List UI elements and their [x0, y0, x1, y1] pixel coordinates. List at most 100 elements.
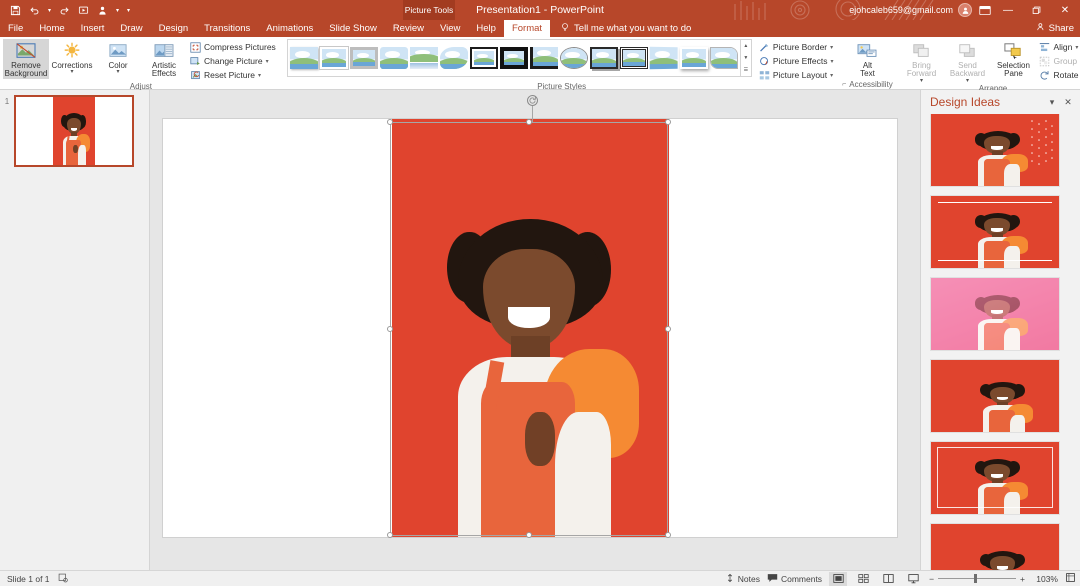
- picture-style-7[interactable]: [470, 47, 498, 69]
- tell-me-box[interactable]: Tell me what you want to do: [550, 20, 691, 37]
- gallery-more-icon[interactable]: ☰: [741, 64, 751, 76]
- picture-styles-scrollbar[interactable]: ▲ ▼ ☰: [741, 39, 752, 77]
- slide-picture[interactable]: [392, 119, 669, 537]
- rotation-handle[interactable]: [527, 95, 538, 106]
- account-avatar[interactable]: [958, 3, 972, 17]
- start-from-beginning-icon[interactable]: [75, 2, 92, 19]
- picture-layout-button[interactable]: Picture Layout ▾: [756, 68, 837, 82]
- tab-file[interactable]: File: [0, 20, 31, 37]
- resize-handle-w[interactable]: [387, 326, 393, 332]
- picture-style-8[interactable]: [500, 47, 528, 69]
- tab-view[interactable]: View: [432, 20, 468, 37]
- present-dropdown-caret[interactable]: ▾: [113, 2, 122, 19]
- close-icon[interactable]: ✕: [1060, 97, 1076, 108]
- tab-animations[interactable]: Animations: [258, 20, 321, 37]
- picture-style-11[interactable]: [590, 47, 618, 69]
- zoom-track[interactable]: [938, 578, 1016, 579]
- picture-style-10[interactable]: [560, 47, 588, 69]
- reset-picture-button[interactable]: Reset Picture ▾: [187, 68, 279, 82]
- design-ideas-pane[interactable]: Design Ideas ▾ ✕: [920, 90, 1080, 570]
- slide-thumbnail-1[interactable]: [14, 95, 134, 167]
- tab-transitions[interactable]: Transitions: [196, 20, 258, 37]
- design-idea-1[interactable]: [931, 114, 1059, 186]
- slide-surface[interactable]: [162, 118, 898, 538]
- picture-effects-caret[interactable]: ▾: [830, 58, 833, 65]
- picture-style-3[interactable]: [350, 47, 378, 69]
- design-ideas-list[interactable]: [921, 114, 1080, 570]
- align-button[interactable]: Align ▾: [1036, 40, 1080, 54]
- rotate-button[interactable]: Rotate ▾: [1036, 68, 1080, 82]
- color-button[interactable]: Color ▾: [95, 39, 141, 75]
- tab-home[interactable]: Home: [31, 20, 72, 37]
- corrections-dropdown-caret[interactable]: ▾: [70, 70, 73, 75]
- design-idea-2[interactable]: [931, 196, 1059, 268]
- save-icon[interactable]: [7, 2, 24, 19]
- accessibility-dialog-launcher[interactable]: ⌐: [842, 81, 846, 88]
- change-picture-caret[interactable]: ▾: [266, 58, 269, 65]
- undo-icon[interactable]: [26, 2, 43, 19]
- slide-sorter-button[interactable]: [854, 572, 872, 586]
- group-button[interactable]: Group ▾: [1036, 54, 1080, 68]
- design-idea-6[interactable]: [931, 524, 1059, 570]
- fit-slide-icon[interactable]: [1065, 572, 1076, 585]
- design-idea-4[interactable]: [931, 360, 1059, 432]
- remove-background-button[interactable]: Remove Background: [3, 39, 49, 79]
- picture-style-9[interactable]: [530, 47, 558, 69]
- picture-layout-caret[interactable]: ▾: [830, 72, 833, 79]
- undo-dropdown-caret[interactable]: ▾: [45, 2, 54, 19]
- zoom-out-button[interactable]: −: [929, 574, 934, 584]
- notes-button[interactable]: Notes: [725, 573, 760, 585]
- share-button[interactable]: Share: [1036, 20, 1074, 37]
- resize-handle-ne[interactable]: [665, 119, 671, 125]
- resize-handle-e[interactable]: [665, 326, 671, 332]
- comments-button[interactable]: Comments: [767, 573, 822, 585]
- picture-effects-button[interactable]: Picture Effects ▾: [756, 54, 837, 68]
- slide-canvas[interactable]: [150, 90, 920, 570]
- minimize-button[interactable]: —: [994, 0, 1022, 20]
- compress-pictures-button[interactable]: Compress Pictures: [187, 40, 279, 54]
- slide-show-button[interactable]: [904, 572, 922, 586]
- accessibility-checker-icon[interactable]: [58, 573, 68, 585]
- account-info[interactable]: ejohcaleb659@gmail.com: [849, 0, 972, 20]
- send-backward-button[interactable]: Send Backward ▾: [944, 39, 990, 84]
- present-online-icon[interactable]: [94, 2, 111, 19]
- redo-icon[interactable]: [56, 2, 73, 19]
- resize-handle-nw[interactable]: [387, 119, 393, 125]
- zoom-slider[interactable]: − +: [929, 574, 1025, 584]
- picture-border-caret[interactable]: ▾: [830, 44, 833, 51]
- normal-view-button[interactable]: [829, 572, 847, 586]
- reading-view-button[interactable]: [879, 572, 897, 586]
- tab-format[interactable]: Format: [504, 20, 550, 37]
- maximize-restore-button[interactable]: [1022, 0, 1050, 20]
- picture-style-5[interactable]: [410, 47, 438, 69]
- picture-style-12[interactable]: [620, 47, 648, 69]
- design-idea-5[interactable]: [931, 442, 1059, 514]
- design-idea-3[interactable]: [931, 278, 1059, 350]
- tab-slide-show[interactable]: Slide Show: [321, 20, 385, 37]
- tab-draw[interactable]: Draw: [112, 20, 150, 37]
- gallery-scroll-up-icon[interactable]: ▲: [741, 40, 751, 52]
- picture-style-4[interactable]: [380, 47, 408, 69]
- close-button[interactable]: ✕: [1050, 0, 1080, 20]
- picture-border-button[interactable]: Picture Border ▾: [756, 40, 837, 54]
- chevron-down-icon[interactable]: ▾: [1044, 97, 1060, 108]
- zoom-level[interactable]: 103%: [1032, 574, 1058, 584]
- window-controls[interactable]: — ✕: [994, 0, 1080, 20]
- align-caret[interactable]: ▾: [1075, 44, 1078, 51]
- resize-handle-s[interactable]: [526, 532, 532, 538]
- resize-handle-sw[interactable]: [387, 532, 393, 538]
- tab-review[interactable]: Review: [385, 20, 432, 37]
- resize-handle-n[interactable]: [526, 119, 532, 125]
- gallery-scroll-down-icon[interactable]: ▼: [741, 52, 751, 64]
- quick-access-toolbar[interactable]: ▾ ▾ ▾: [0, 2, 133, 19]
- artistic-effects-button[interactable]: Artistic Effects: [141, 39, 187, 79]
- tab-insert[interactable]: Insert: [73, 20, 113, 37]
- picture-style-1[interactable]: [290, 47, 318, 69]
- picture-style-6[interactable]: [440, 47, 468, 69]
- tab-help[interactable]: Help: [468, 20, 504, 37]
- ribbon-display-options-icon[interactable]: [974, 0, 996, 20]
- alt-text-button[interactable]: Alt Text: [844, 39, 890, 79]
- resize-handle-se[interactable]: [665, 532, 671, 538]
- color-dropdown-caret[interactable]: ▾: [116, 70, 119, 75]
- picture-style-14[interactable]: [680, 47, 708, 69]
